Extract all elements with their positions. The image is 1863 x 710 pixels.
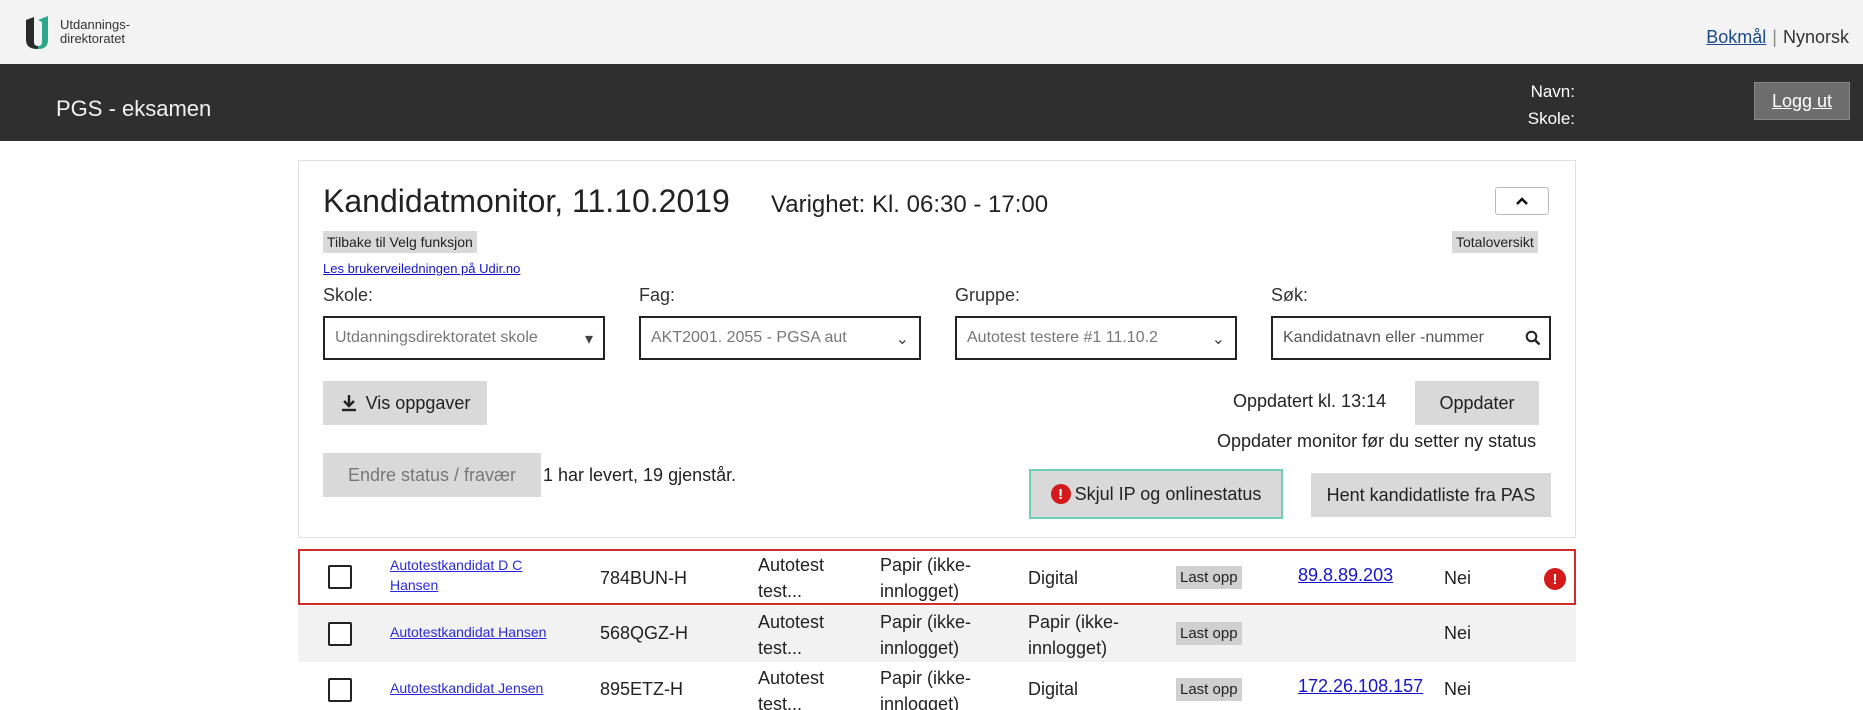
school-label: Skole: (1527, 109, 1575, 128)
candidate-group: Autotest test... (758, 668, 825, 710)
delivery-summary: 1 har levert, 19 gjenstår. (543, 465, 737, 485)
app-header: PGS - eksamen Navn: Skole: Logg ut (0, 64, 1863, 141)
language-switch: Bokmål | Nynorsk (1706, 27, 1849, 48)
fag-select[interactable]: AKT2001. 2055 - PGSA aut ⌄ (639, 316, 921, 360)
endre-status-button[interactable]: Endre status / fravær (323, 453, 541, 497)
ip-address-link[interactable]: 172.26.108.157 (1298, 676, 1423, 697)
candidate-name-link[interactable]: Autotestkandidat Hansen (390, 622, 560, 642)
candidate-name-link[interactable]: Autotestkandidat D C Hansen (390, 555, 560, 595)
download-icon (341, 395, 356, 412)
candidate-name-link[interactable]: Autotestkandidat Jensen (390, 678, 560, 698)
delivery-mode: Papir (ikke-innlogget) (1028, 612, 1120, 658)
alert-icon: ! (1050, 484, 1071, 504)
row-checkbox[interactable] (328, 678, 352, 702)
collapse-button[interactable] (1495, 187, 1549, 215)
updated-time: Oppdatert kl. 13:14 (1233, 391, 1387, 411)
table-row: Autotestkandidat D C Hansen 784BUN-H Aut… (298, 549, 1576, 605)
logo-text: Utdannings- direktoratet (60, 17, 131, 46)
candidate-group: Autotest test... (758, 612, 825, 658)
candidate-status: Papir (ikke-innlogget) (880, 555, 972, 601)
exam-duration: Varighet: Kl. 06:30 - 17:00 (771, 191, 1049, 218)
candidate-group: Autotest test... (758, 555, 825, 601)
online-status: Nei (1444, 623, 1472, 643)
total-overview-button[interactable]: Totaloversikt (1452, 231, 1538, 253)
gruppe-select[interactable]: Autotest testere #1 11.10.2 ⌄ (955, 316, 1237, 360)
vis-oppgaver-label: Vis oppgaver (365, 392, 471, 413)
search-placeholder: Kandidatnavn eller -nummer (1283, 329, 1484, 346)
ip-address-link[interactable]: 89.8.89.203 (1298, 565, 1393, 586)
alert-icon: ! (1544, 568, 1566, 590)
sok-label: Søk: (1271, 285, 1309, 305)
chevron-up-icon (1516, 197, 1528, 205)
app-title: PGS - eksamen (56, 96, 212, 121)
delivery-mode: Digital (1028, 568, 1079, 588)
fag-select-value: AKT2001. 2055 - PGSA aut (651, 329, 847, 346)
upload-button[interactable]: Last opp (1176, 622, 1242, 645)
table-row: Autotestkandidat Hansen 568QGZ-H Autotes… (298, 606, 1576, 662)
skole-label: Skole: (323, 285, 374, 305)
delivery-mode: Digital (1028, 679, 1079, 699)
monitor-panel: Kandidatmonitor, 11.10.2019 Varighet: Kl… (298, 160, 1576, 538)
fag-label: Fag: (639, 285, 676, 305)
name-label: Navn: (1530, 82, 1575, 101)
caret-down-icon: ▾ (584, 331, 593, 348)
skole-select-value: Utdanningsdirektoratet skole (335, 329, 538, 346)
row-checkbox[interactable] (328, 565, 352, 589)
hent-kandidatliste-button[interactable]: Hent kandidatliste fra PAS (1311, 473, 1551, 517)
candidate-number: 784BUN-H (600, 568, 688, 588)
row-checkbox[interactable] (328, 622, 352, 646)
upload-button[interactable]: Last opp (1176, 566, 1242, 589)
top-bar: Utdannings- direktoratet Bokmål | Nynorsk (0, 0, 1863, 64)
oppdater-button[interactable]: Oppdater (1415, 381, 1539, 425)
chevron-down-icon: ⌄ (895, 331, 909, 348)
search-input[interactable]: Kandidatnavn eller -nummer (1271, 316, 1551, 360)
page-title: Kandidatmonitor, 11.10.2019 (323, 183, 730, 219)
skole-select[interactable]: Utdanningsdirektoratet skole ▾ (323, 316, 605, 360)
lang-nynorsk-link[interactable]: Nynorsk (1783, 27, 1849, 47)
upload-button[interactable]: Last opp (1176, 678, 1242, 701)
candidate-number: 568QGZ-H (600, 623, 689, 643)
gruppe-select-value: Autotest testere #1 11.10.2 (967, 329, 1158, 346)
online-status: Nei (1444, 679, 1472, 699)
gruppe-label: Gruppe: (955, 285, 1021, 305)
chevron-down-icon: ⌄ (1211, 331, 1225, 348)
lang-separator: | (1772, 27, 1777, 47)
candidate-number: 895ETZ-H (600, 679, 684, 699)
user-info: Navn: Skole: (1500, 78, 1575, 132)
lang-bokmal-link[interactable]: Bokmål (1706, 27, 1766, 47)
table-row: Autotestkandidat Jensen 895ETZ-H Autotes… (298, 662, 1576, 710)
update-hint: Oppdater monitor før du setter ny status (1217, 431, 1537, 451)
logout-button[interactable]: Logg ut (1754, 82, 1850, 120)
udir-logo-icon[interactable] (24, 16, 54, 50)
vis-oppgaver-button[interactable]: Vis oppgaver (323, 381, 487, 425)
candidate-status: Papir (ikke-innlogget) (880, 668, 972, 710)
search-icon[interactable] (1525, 330, 1541, 346)
user-guide-link[interactable]: Les brukerveiledningen på Udir.no (323, 261, 520, 276)
back-to-functions-link[interactable]: Tilbake til Velg funksjon (323, 231, 477, 253)
online-status: Nei (1444, 568, 1472, 588)
candidate-status: Papir (ikke-innlogget) (880, 612, 972, 658)
skjul-ip-button[interactable]: ! Skjul IP og onlinestatus (1029, 469, 1283, 519)
skjul-ip-label: Skjul IP og onlinestatus (1074, 483, 1262, 504)
